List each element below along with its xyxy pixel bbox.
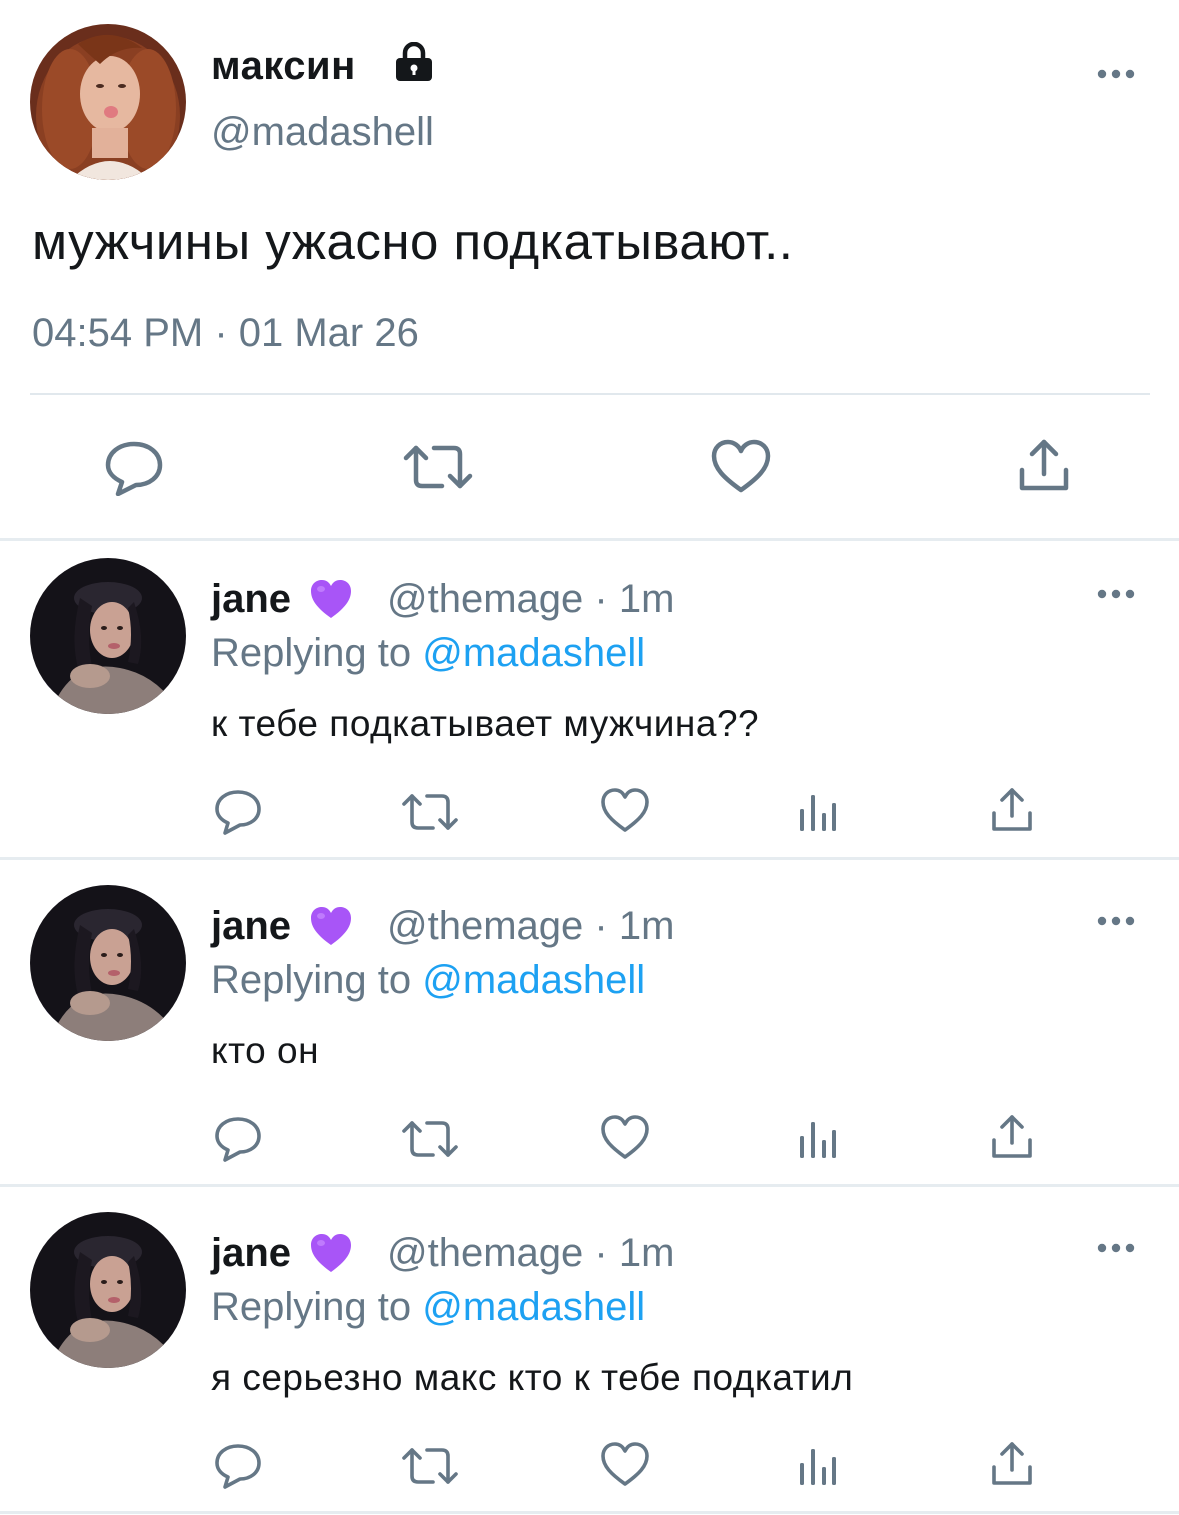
share-icon[interactable] — [990, 787, 1034, 833]
purple-heart-icon — [309, 578, 353, 620]
reply-icon[interactable] — [214, 789, 262, 835]
share-icon[interactable] — [990, 1114, 1034, 1160]
retweet-icon[interactable] — [401, 791, 459, 833]
display-name[interactable]: jane — [211, 904, 291, 949]
heart-outline-icon[interactable] — [600, 1441, 650, 1487]
heart-outline-icon[interactable] — [710, 438, 772, 494]
more-icon[interactable] — [1096, 587, 1136, 601]
share-icon[interactable] — [990, 1441, 1034, 1487]
reply-text: к тебе подкатывает мужчина?? — [211, 703, 760, 744]
reply-icon[interactable] — [214, 1443, 262, 1489]
main-tweet: максин @madashell мужчины ужасно подкаты… — [0, 0, 1179, 541]
handle-time[interactable]: @themage · 1m — [387, 1231, 674, 1276]
reply-tweet[interactable]: jane @themage · 1m Replying to @madashel… — [0, 541, 1179, 866]
avatar[interactable] — [30, 24, 186, 180]
replying-prefix: Replying to — [211, 1285, 423, 1329]
purple-heart-icon — [309, 1232, 353, 1274]
tweet-text: мужчины ужасно подкатывают.. — [32, 213, 794, 270]
handle-time[interactable]: @themage · 1m — [387, 904, 674, 949]
reply-icon[interactable] — [214, 1116, 262, 1162]
display-name[interactable]: jane — [211, 577, 291, 622]
reply-text: я серьезно макс кто к тебе подкатил — [211, 1357, 854, 1398]
reply-icon[interactable] — [104, 440, 164, 496]
more-icon[interactable] — [1096, 1241, 1136, 1255]
reply-text: кто он — [211, 1030, 320, 1071]
mention-link[interactable]: @madashell — [422, 631, 645, 675]
display-name[interactable]: jane — [211, 1231, 291, 1276]
divider — [0, 1184, 1179, 1187]
replying-to: Replying to @madashell — [211, 631, 645, 676]
handle-time[interactable]: @themage · 1m — [387, 577, 674, 622]
divider — [0, 1511, 1179, 1514]
retweet-icon[interactable] — [401, 1445, 459, 1487]
retweet-icon[interactable] — [402, 442, 474, 492]
heart-outline-icon[interactable] — [600, 787, 650, 833]
tweet-timestamp[interactable]: 04:54 PM · 01 Mar 26 — [32, 311, 419, 356]
share-icon[interactable] — [1016, 438, 1072, 494]
more-icon[interactable] — [1096, 67, 1136, 81]
bar-chart-icon[interactable] — [798, 1120, 838, 1158]
divider — [30, 393, 1150, 395]
reply-tweet[interactable]: jane @themage · 1m Replying to @madashel… — [0, 868, 1179, 1193]
divider — [0, 857, 1179, 860]
purple-heart-icon — [309, 905, 353, 947]
avatar[interactable] — [30, 1212, 186, 1368]
user-handle[interactable]: @madashell — [211, 110, 434, 155]
reply-tweet[interactable]: jane @themage · 1m Replying to @madashel… — [0, 1195, 1179, 1515]
mention-link[interactable]: @madashell — [422, 958, 645, 1002]
retweet-icon[interactable] — [401, 1118, 459, 1160]
replying-prefix: Replying to — [211, 631, 423, 675]
lock-icon — [393, 41, 435, 82]
display-name[interactable]: максин — [211, 44, 356, 89]
heart-outline-icon[interactable] — [600, 1114, 650, 1160]
replying-to: Replying to @madashell — [211, 1285, 645, 1330]
avatar[interactable] — [30, 558, 186, 714]
mention-link[interactable]: @madashell — [422, 1285, 645, 1329]
more-icon[interactable] — [1096, 914, 1136, 928]
replying-prefix: Replying to — [211, 958, 423, 1002]
bar-chart-icon[interactable] — [798, 793, 838, 831]
replying-to: Replying to @madashell — [211, 958, 645, 1003]
bar-chart-icon[interactable] — [798, 1447, 838, 1485]
avatar[interactable] — [30, 885, 186, 1041]
